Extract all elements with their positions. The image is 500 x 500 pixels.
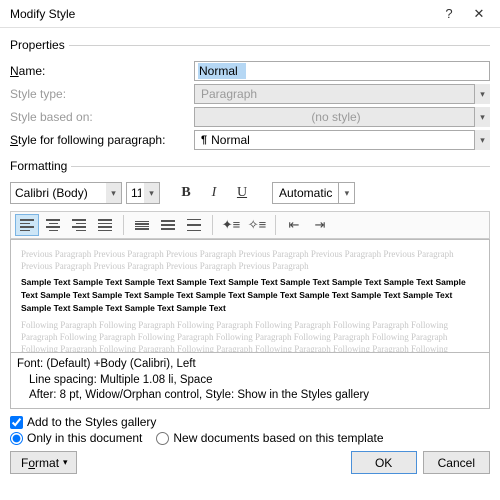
preview-box: Previous Paragraph Previous Paragraph Pr…: [10, 239, 490, 353]
paragraph-icon: ¶: [201, 134, 207, 146]
only-this-document-radio[interactable]: [10, 432, 23, 445]
bold-button[interactable]: B: [174, 181, 198, 205]
style-type-label: Style type:: [10, 87, 186, 101]
title-bar: Modify Style ? ✕: [0, 0, 500, 28]
align-center-button[interactable]: [41, 214, 65, 236]
format-menu-button[interactable]: Format▾: [10, 451, 77, 474]
name-label: Name:: [10, 64, 186, 78]
decrease-indent-button[interactable]: ⇤: [282, 214, 306, 236]
following-paragraph-select[interactable]: ¶Normal ▾: [194, 130, 490, 150]
font-size-select[interactable]: ▾: [126, 182, 160, 204]
add-to-gallery-checkbox[interactable]: [10, 416, 23, 429]
line-spacing-1-5-button[interactable]: [156, 214, 180, 236]
chevron-down-icon: ▾: [106, 182, 122, 204]
only-this-document-option[interactable]: Only in this document: [10, 431, 142, 445]
cancel-button[interactable]: Cancel: [423, 451, 490, 474]
align-justify-button[interactable]: [93, 214, 117, 236]
close-button[interactable]: ✕: [464, 6, 494, 22]
italic-button[interactable]: I: [202, 181, 226, 205]
space-before-increase-button[interactable]: ✦≡: [219, 214, 243, 236]
chevron-down-icon: ▾: [474, 84, 490, 104]
chevron-down-icon: ▾: [474, 107, 490, 127]
dialog-footer: Format▾ OK Cancel: [10, 451, 490, 474]
name-input[interactable]: [194, 61, 490, 81]
following-paragraph-label: Style for following paragraph:: [10, 133, 186, 147]
underline-button[interactable]: U: [230, 181, 254, 205]
paragraph-toolbar: ✦≡ ✧≡ ⇤ ⇥: [10, 211, 490, 239]
preview-following-paragraph: Following Paragraph Following Paragraph …: [21, 319, 479, 353]
line-spacing-2-button[interactable]: [182, 214, 206, 236]
align-left-button[interactable]: [15, 214, 39, 236]
add-to-gallery-label[interactable]: Add to the Styles gallery: [27, 415, 156, 429]
align-right-button[interactable]: [67, 214, 91, 236]
help-button[interactable]: ?: [434, 6, 464, 21]
chevron-down-icon: ▾: [338, 183, 354, 203]
separator: [123, 215, 124, 235]
new-documents-option[interactable]: New documents based on this template: [156, 431, 383, 445]
increase-indent-button[interactable]: ⇥: [308, 214, 332, 236]
style-description: Font: (Default) +Body (Calibri), Left Li…: [10, 353, 490, 409]
new-documents-radio[interactable]: [156, 432, 169, 445]
style-type-select[interactable]: Paragraph ▾: [194, 84, 490, 104]
font-color-select[interactable]: Automatic ▾: [272, 182, 355, 204]
chevron-down-icon: ▾: [474, 130, 490, 150]
formatting-section: Formatting ▾ ▾ B I U Automatic ▾ ✦≡ ✧≡: [10, 159, 490, 409]
ok-button[interactable]: OK: [351, 451, 417, 474]
window-title: Modify Style: [10, 7, 434, 21]
preview-sample-text: Sample Text Sample Text Sample Text Samp…: [21, 276, 479, 314]
separator: [275, 215, 276, 235]
chevron-down-icon: ▾: [144, 182, 160, 204]
properties-legend: Properties: [10, 38, 69, 52]
space-before-decrease-button[interactable]: ✧≡: [245, 214, 269, 236]
style-based-on-label: Style based on:: [10, 110, 186, 124]
formatting-legend: Formatting: [10, 159, 71, 173]
font-family-select[interactable]: ▾: [10, 182, 122, 204]
chevron-down-icon: ▾: [63, 457, 68, 468]
preview-previous-paragraph: Previous Paragraph Previous Paragraph Pr…: [21, 248, 479, 272]
separator: [212, 215, 213, 235]
add-to-gallery-row: Add to the Styles gallery: [10, 415, 490, 429]
line-spacing-1-button[interactable]: [130, 214, 154, 236]
properties-section: Properties Name: Style type: Paragraph ▾…: [10, 38, 490, 153]
style-based-on-select[interactable]: (no style) ▾: [194, 107, 490, 127]
